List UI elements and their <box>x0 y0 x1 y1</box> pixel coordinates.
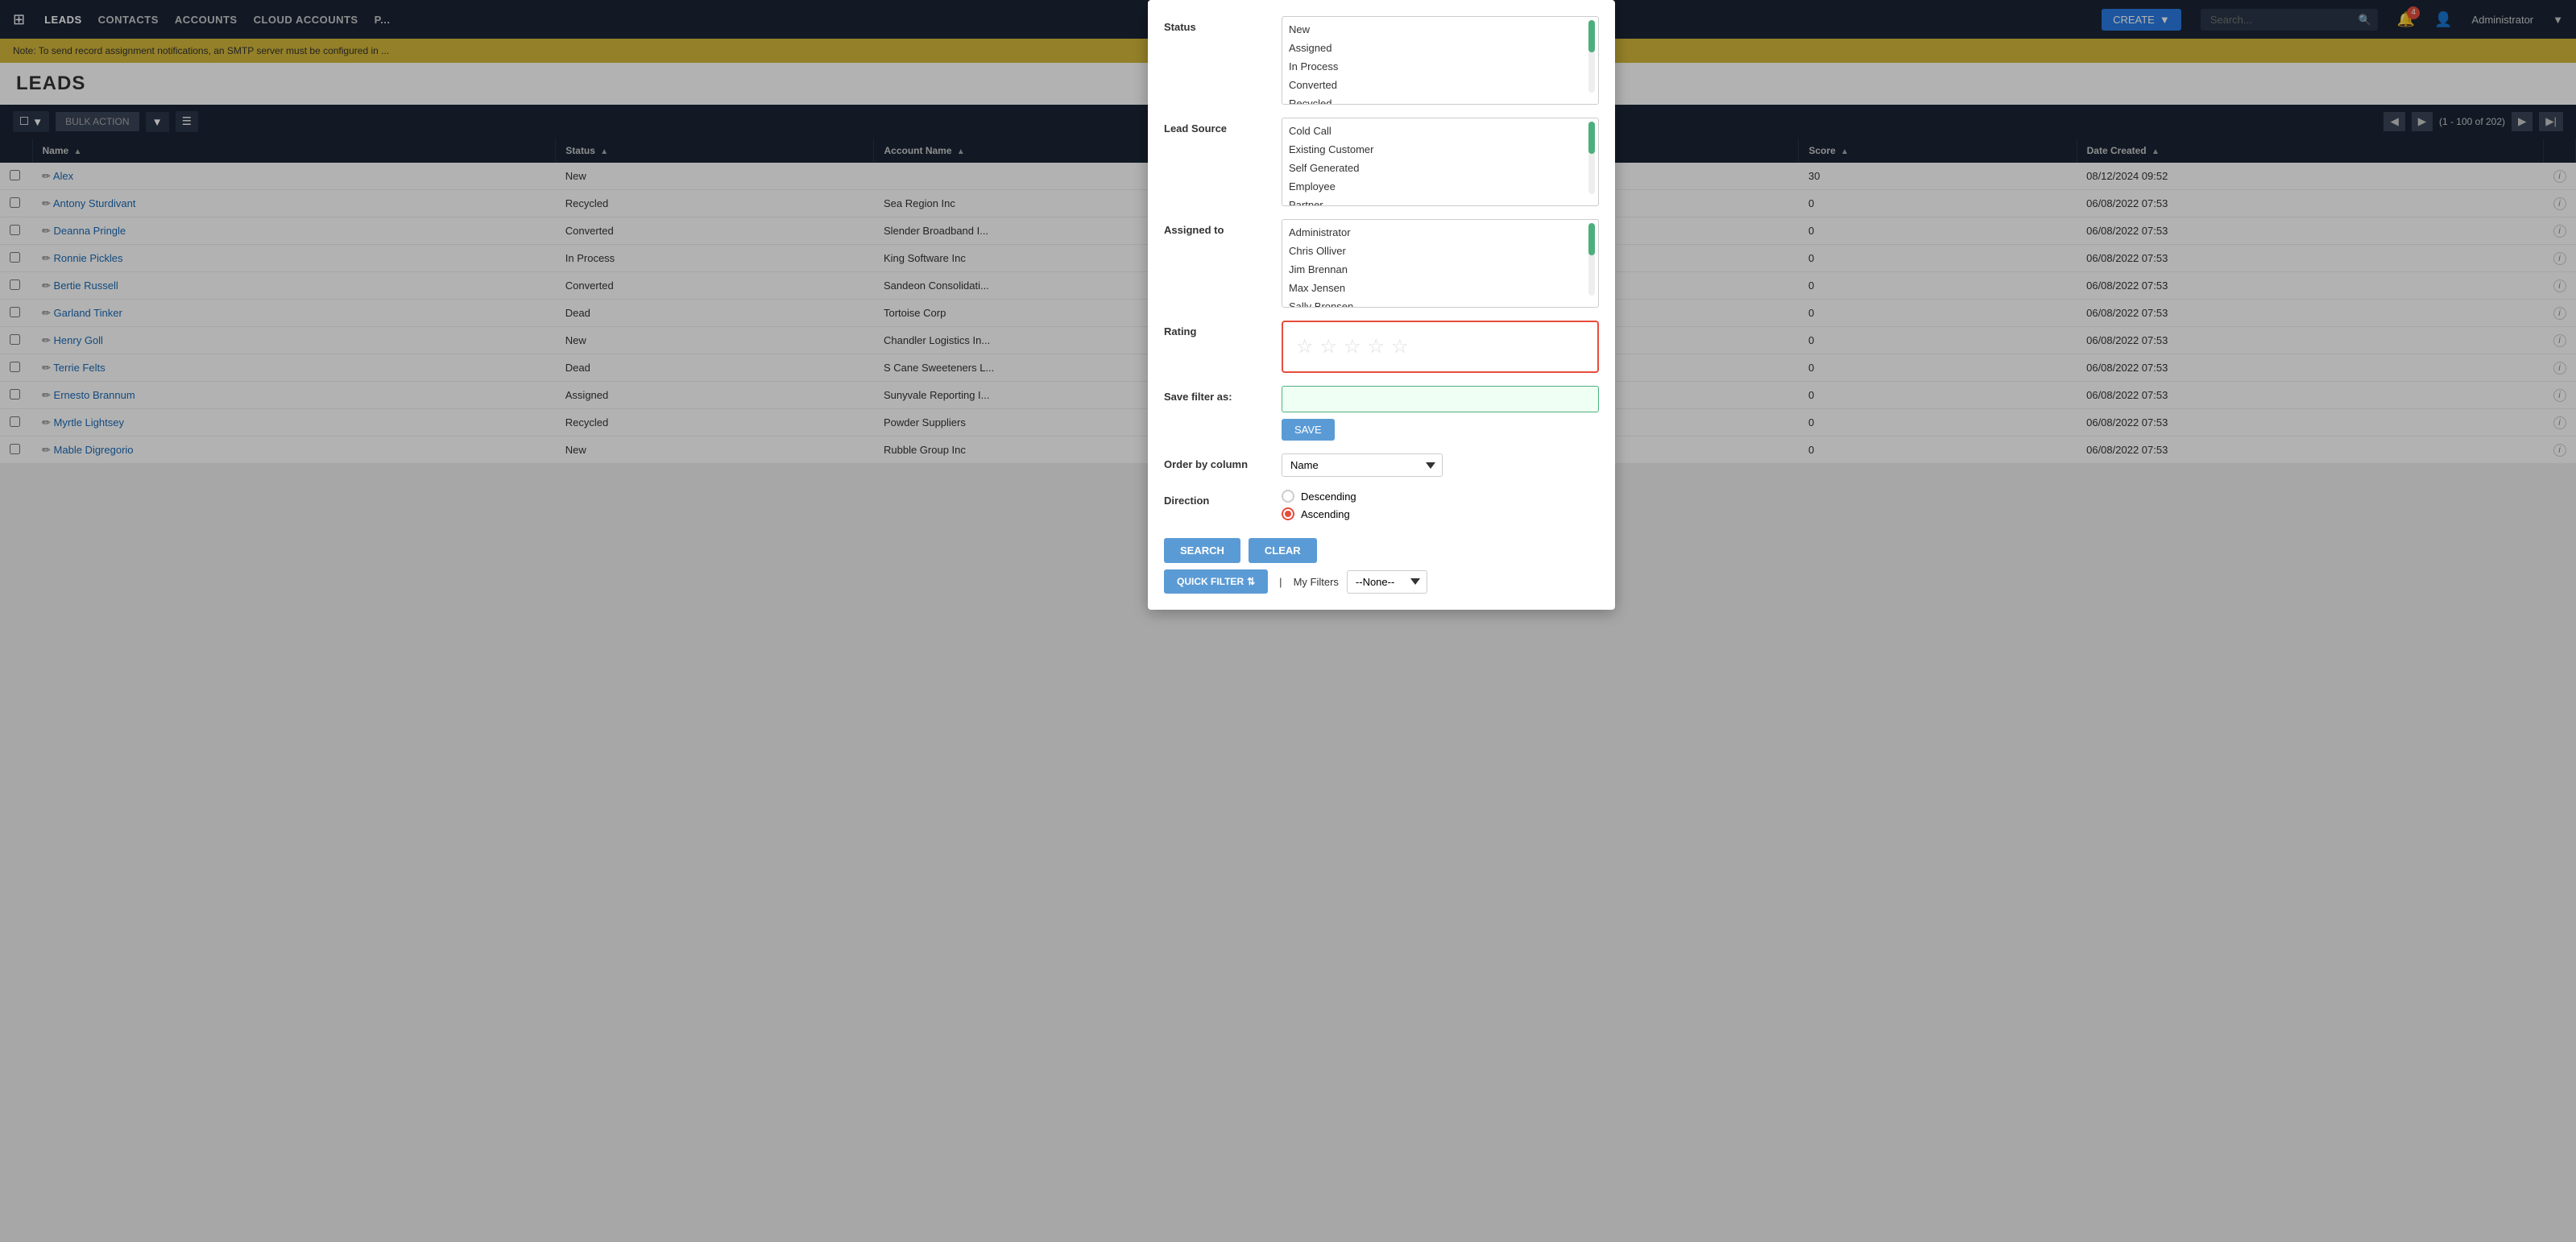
assigned-to-filter-label: Assigned to <box>1164 219 1269 236</box>
lead-source-option[interactable]: Employee <box>1282 177 1598 196</box>
my-filters-select[interactable]: --None-- <box>1347 570 1427 594</box>
filter-status-row: Status NewAssignedIn ProcessConvertedRec… <box>1164 16 1599 105</box>
radio-descending <box>1282 490 1294 503</box>
assigned-to-filter-content: AdministratorChris OlliverJim BrennanMax… <box>1282 219 1599 308</box>
order-by-filter-content: NameStatusAccount NameRatingScoreDate Cr… <box>1282 453 1599 477</box>
save-filter-button[interactable]: SAVE <box>1282 419 1335 441</box>
filter-panel: Status NewAssignedIn ProcessConvertedRec… <box>1148 0 1615 610</box>
quick-filter-arrows-icon: ⇅ <box>1247 576 1255 587</box>
assigned-to-scroll-thumb <box>1588 223 1595 255</box>
filter-assigned-to-row: Assigned to AdministratorChris OlliverJi… <box>1164 219 1599 308</box>
status-option[interactable]: Converted <box>1282 76 1598 94</box>
order-by-select[interactable]: NameStatusAccount NameRatingScoreDate Cr… <box>1282 453 1443 477</box>
quick-filter-label: QUICK FILTER <box>1177 576 1244 587</box>
status-scroll-thumb <box>1588 20 1595 52</box>
save-filter-input[interactable] <box>1282 386 1599 412</box>
rating-star-2[interactable]: ☆ <box>1320 335 1338 358</box>
status-option[interactable]: Recycled <box>1282 94 1598 105</box>
lead-source-scroll-indicator <box>1588 122 1595 194</box>
filter-order-by-row: Order by column NameStatusAccount NameRa… <box>1164 453 1599 477</box>
lead-source-option[interactable]: Existing Customer <box>1282 140 1598 159</box>
assigned-to-option[interactable]: Sally Bronsen <box>1282 297 1598 308</box>
save-filter-label: Save filter as: <box>1164 386 1269 403</box>
direction-filter-content: Descending Ascending <box>1282 490 1599 525</box>
status-option[interactable]: In Process <box>1282 57 1598 76</box>
filter-clear-button[interactable]: CLEAR <box>1249 538 1317 563</box>
order-by-filter-label: Order by column <box>1164 453 1269 470</box>
lead-source-option[interactable]: Self Generated <box>1282 159 1598 177</box>
rating-star-3[interactable]: ☆ <box>1344 335 1361 358</box>
assigned-to-option[interactable]: Administrator <box>1282 223 1598 242</box>
assigned-to-multi-select[interactable]: AdministratorChris OlliverJim BrennanMax… <box>1282 219 1599 308</box>
filter-actions: SEARCH CLEAR <box>1164 538 1599 563</box>
assigned-to-scroll-indicator <box>1588 223 1595 296</box>
filter-lead-source-row: Lead Source Cold CallExisting CustomerSe… <box>1164 118 1599 206</box>
rating-filter-label: Rating <box>1164 321 1269 337</box>
lead-source-filter-content: Cold CallExisting CustomerSelf Generated… <box>1282 118 1599 206</box>
rating-star-1[interactable]: ☆ <box>1296 335 1314 358</box>
lead-source-option[interactable]: Cold Call <box>1282 122 1598 140</box>
status-filter-label: Status <box>1164 16 1269 33</box>
filter-rating-row: Rating ☆ ☆ ☆ ☆ ☆ <box>1164 321 1599 373</box>
radio-ascending <box>1282 507 1294 520</box>
filter-search-button[interactable]: SEARCH <box>1164 538 1240 563</box>
assigned-to-option[interactable]: Chris Olliver <box>1282 242 1598 260</box>
rating-filter-content: ☆ ☆ ☆ ☆ ☆ <box>1282 321 1599 373</box>
lead-source-scroll-thumb <box>1588 122 1595 154</box>
my-filters-label: My Filters <box>1294 576 1339 588</box>
direction-descending-label: Descending <box>1301 491 1356 503</box>
lead-source-option[interactable]: Partner <box>1282 196 1598 206</box>
status-option[interactable]: New <box>1282 20 1598 39</box>
lead-source-filter-label: Lead Source <box>1164 118 1269 135</box>
direction-ascending[interactable]: Ascending <box>1282 507 1599 520</box>
filter-direction-row: Direction Descending Ascending <box>1164 490 1599 525</box>
direction-descending[interactable]: Descending <box>1282 490 1599 503</box>
rating-filter-box: ☆ ☆ ☆ ☆ ☆ <box>1282 321 1599 373</box>
radio-ascending-fill <box>1285 511 1291 517</box>
my-filters-separator: | <box>1279 576 1282 588</box>
assigned-to-option[interactable]: Jim Brennan <box>1282 260 1598 279</box>
rating-star-4[interactable]: ☆ <box>1368 335 1385 358</box>
filter-save-row: Save filter as: SAVE <box>1164 386 1599 441</box>
filter-quick-filter-row: QUICK FILTER ⇅ | My Filters --None-- <box>1164 569 1599 594</box>
direction-filter-label: Direction <box>1164 490 1269 507</box>
direction-ascending-label: Ascending <box>1301 508 1350 520</box>
assigned-to-option[interactable]: Max Jensen <box>1282 279 1598 297</box>
status-option[interactable]: Assigned <box>1282 39 1598 57</box>
status-filter-content: NewAssignedIn ProcessConvertedRecycled <box>1282 16 1599 105</box>
save-filter-content: SAVE <box>1282 386 1599 441</box>
status-scroll-indicator <box>1588 20 1595 93</box>
quick-filter-button[interactable]: QUICK FILTER ⇅ <box>1164 569 1268 594</box>
lead-source-multi-select[interactable]: Cold CallExisting CustomerSelf Generated… <box>1282 118 1599 206</box>
rating-star-5[interactable]: ☆ <box>1391 335 1409 358</box>
status-multi-select[interactable]: NewAssignedIn ProcessConvertedRecycled <box>1282 16 1599 105</box>
